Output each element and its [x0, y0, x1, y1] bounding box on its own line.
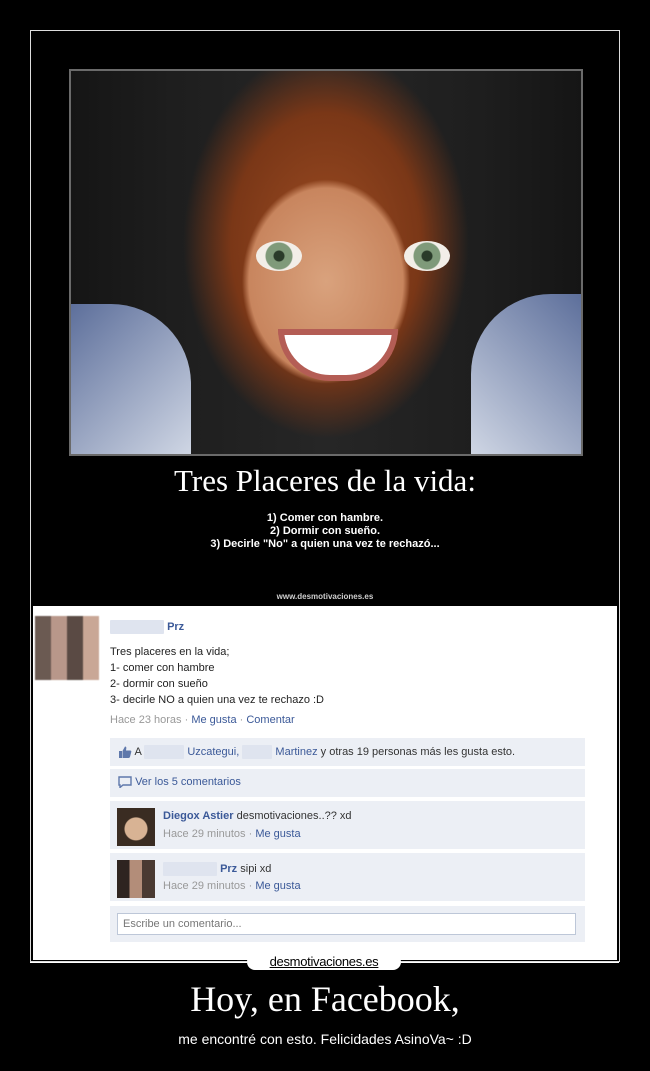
photo-shoulder-left — [71, 304, 191, 454]
comment-like-link[interactable]: Me gusta — [255, 828, 300, 840]
comment-input[interactable]: Escribe un comentario... — [117, 913, 576, 935]
poster-lines: 1) Comer con hambre. 2) Dormir con sueño… — [31, 512, 619, 551]
likes-suffix: y otras 19 personas más les gusta esto. — [320, 745, 516, 758]
divider — [401, 962, 619, 963]
comment-link[interactable]: Comentar — [246, 714, 294, 726]
blurred-liker — [144, 745, 185, 759]
site-watermark[interactable]: desmotivaciones.es — [247, 954, 401, 970]
comment-item: Diegox Astier desmotivaciones..?? xd Hac… — [110, 801, 585, 849]
poster-title: Tres Placeres de la vida: — [174, 463, 476, 498]
blurred-name — [163, 862, 217, 876]
view-comments-bar[interactable]: Ver los 5 comentarios — [110, 769, 585, 797]
author-avatar[interactable] — [35, 616, 99, 680]
likes-bar: A Uzcategui, Martinez y otras 19 persona… — [110, 738, 585, 766]
write-comment-box: Escribe un comentario... — [110, 906, 585, 942]
liker-name-1[interactable]: Uzcategui, — [187, 746, 239, 758]
watermark-bar: desmotivaciones.es — [0, 954, 650, 970]
liker-name-2[interactable]: Martinez — [275, 746, 317, 758]
facebook-post: Prz Tres placeres en la vida; 1- comer c… — [33, 606, 617, 960]
blurred-name — [110, 620, 164, 634]
comment-item: Prz sipi xd Hace 29 minutos · Me gusta — [110, 853, 585, 901]
poster-frame: Tres Placeres de la vida: 1) Comer con h… — [30, 30, 620, 962]
commenter-avatar[interactable] — [117, 860, 155, 898]
caption-subline: me encontré con esto. Felicidades AsinoV… — [178, 1031, 472, 1047]
caption-headline: Hoy, en Facebook, — [190, 979, 460, 1019]
post-body: Tres placeres en la vida; 1- comer con h… — [110, 646, 325, 706]
author-row: Prz — [110, 620, 184, 634]
post-meta: Hace 23 horas · Me gusta · Comentar — [110, 714, 295, 726]
comment-like-link[interactable]: Me gusta — [255, 880, 300, 892]
photo-eye-left — [256, 241, 302, 271]
photo-smile — [278, 329, 398, 381]
comment-time[interactable]: Hace 29 minutos — [163, 880, 246, 892]
comment-time[interactable]: Hace 29 minutos — [163, 828, 246, 840]
commenter-avatar[interactable] — [117, 808, 155, 846]
likes-text: A Uzcategui, Martinez y otras 19 persona… — [118, 745, 515, 759]
comment-text: sipi xd — [240, 862, 272, 875]
comment-author[interactable]: Prz — [220, 863, 237, 875]
poster-line-2: 2) Dormir con sueño. — [269, 525, 381, 537]
comment-content: Prz sipi xd — [163, 862, 271, 876]
thumbs-up-icon — [119, 746, 132, 758]
poster-site: www.desmotivaciones.es — [276, 592, 374, 601]
author-name[interactable]: Prz — [167, 621, 184, 633]
comment-content: Diegox Astier desmotivaciones..?? xd — [163, 810, 352, 822]
view-comments[interactable]: Ver los 5 comentarios — [118, 776, 241, 789]
photo-shoulder-right — [471, 294, 581, 454]
poster-photo — [69, 69, 583, 456]
post-time[interactable]: Hace 23 horas — [110, 714, 182, 726]
likes-prefix: A — [134, 745, 142, 758]
comment-bubble-icon — [118, 776, 132, 789]
like-link[interactable]: Me gusta — [191, 714, 236, 726]
comment-author[interactable]: Diegox Astier — [163, 810, 234, 822]
divider — [30, 962, 247, 963]
view-comments-link[interactable]: Ver los 5 comentarios — [135, 776, 241, 788]
comment-meta: Hace 29 minutos · Me gusta — [163, 828, 301, 840]
poster-line-1: 1) Comer con hambre. — [266, 512, 384, 524]
photo-eye-right — [404, 241, 450, 271]
poster-line-3: 3) Decirle "No" a quien una vez te recha… — [210, 538, 440, 550]
comment-text: desmotivaciones..?? xd — [236, 810, 352, 822]
comment-meta: Hace 29 minutos · Me gusta — [163, 880, 301, 892]
blurred-liker — [242, 745, 273, 759]
